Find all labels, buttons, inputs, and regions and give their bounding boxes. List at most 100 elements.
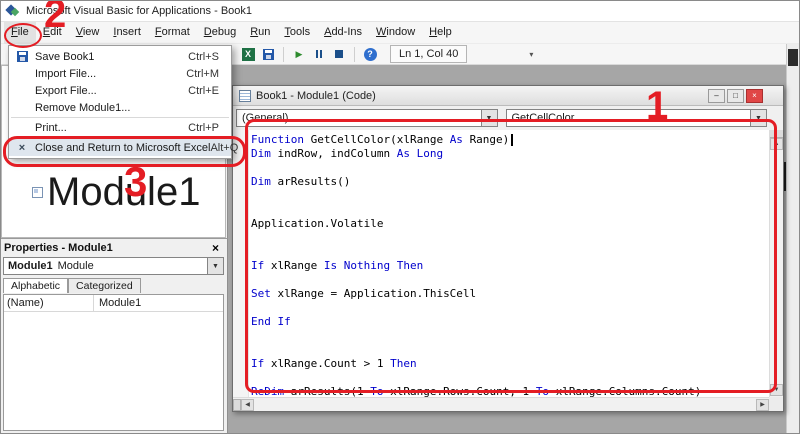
object-type: Module	[57, 260, 94, 272]
window-title: Microsoft Visual Basic for Applications …	[26, 4, 253, 17]
procedure-dropdown-value: GetCellColor	[511, 112, 575, 124]
code-combo-row: (General) ▼ GetCellColor ▼	[233, 106, 783, 130]
menu-item-close-and-return[interactable]: × Close and Return to Microsoft Excel Al…	[9, 139, 238, 156]
property-value-cell[interactable]: Module1	[94, 297, 141, 309]
menu-file[interactable]: File	[4, 22, 36, 44]
module-icon	[32, 187, 43, 198]
menu-item-export[interactable]: Export File... Ctrl+E	[9, 82, 231, 99]
window-controls: – □ ×	[708, 88, 763, 103]
menu-format[interactable]: Format	[148, 22, 197, 44]
code-line: Dim indRow, indColumn As Long	[251, 147, 444, 160]
scroll-down-icon[interactable]: ▼	[770, 384, 783, 396]
menu-item-save[interactable]: Save Book1 Ctrl+S	[9, 48, 231, 65]
menu-window[interactable]: Window	[369, 22, 422, 44]
tab-alphabetic[interactable]: Alphabetic	[3, 278, 69, 293]
split-handle[interactable]	[233, 398, 241, 411]
horizontal-scrollbar[interactable]: ◀ ▶	[233, 397, 769, 411]
object-name: Module1	[8, 260, 53, 272]
save-button[interactable]	[258, 45, 278, 63]
main-vertical-scrollbar[interactable]	[786, 44, 799, 433]
menu-addins[interactable]: Add-Ins	[317, 22, 369, 44]
tree-label-module1: Module1	[47, 170, 201, 214]
menu-item-label: Print...	[35, 121, 67, 134]
save-icon	[262, 48, 274, 60]
menu-view[interactable]: View	[69, 22, 107, 44]
chevron-down-icon[interactable]: ▼	[480, 110, 497, 126]
run-button[interactable]: ▶	[289, 45, 309, 63]
tree-node-module1[interactable]: Module1	[32, 170, 200, 215]
scroll-left-icon[interactable]: ◀	[241, 398, 254, 411]
scrollbar-thumb[interactable]	[788, 49, 798, 66]
menu-item-remove-module[interactable]: Remove Module1...	[9, 99, 231, 116]
menu-edit[interactable]: Edit	[36, 22, 69, 44]
excel-icon: X	[241, 47, 255, 61]
object-selector-dropdown[interactable]: Module1 Module ▼	[3, 257, 224, 275]
menu-tools[interactable]: Tools	[277, 22, 317, 44]
close-icon[interactable]: ×	[208, 240, 223, 255]
menu-item-shortcut: Ctrl+M	[186, 67, 219, 80]
scroll-right-icon[interactable]: ▶	[756, 398, 769, 411]
properties-titlebar: Properties - Module1 ×	[0, 239, 227, 256]
scrollbar-corner	[769, 397, 783, 411]
menu-item-shortcut: Ctrl+S	[188, 50, 219, 63]
menu-run[interactable]: Run	[243, 22, 277, 44]
vertical-scrollbar[interactable]: ▲ ▼	[769, 130, 783, 397]
object-dropdown-value: (General)	[242, 112, 289, 124]
menu-separator	[11, 137, 229, 138]
code-line: If xlRange.Count > 1 Then	[251, 357, 417, 370]
toolbar-overflow-chevron[interactable]: ▾	[529, 50, 533, 59]
code-line: ReDim arResults(1 To xlRange.Rows.Count,…	[251, 385, 702, 397]
code-line: If xlRange Is Nothing Then	[251, 259, 424, 272]
properties-title: Properties - Module1	[4, 241, 113, 254]
menu-item-print[interactable]: Print... Ctrl+P	[9, 119, 231, 136]
menu-debug[interactable]: Debug	[197, 22, 243, 44]
code-document-icon	[239, 89, 251, 102]
close-icon: ×	[18, 141, 26, 154]
menu-item-label: Close and Return to Microsoft Excel	[35, 141, 211, 154]
menu-help[interactable]: Help	[422, 22, 459, 44]
maximize-button[interactable]: □	[727, 88, 744, 103]
code-line: Application.Volatile	[251, 217, 384, 230]
break-icon	[316, 50, 318, 58]
file-menu-dropdown: Save Book1 Ctrl+S Import File... Ctrl+M …	[8, 45, 238, 159]
toolbar-divider	[283, 46, 284, 62]
text-caret	[511, 134, 513, 146]
reset-button[interactable]	[329, 45, 349, 63]
split-handle[interactable]	[770, 130, 783, 138]
code-text[interactable]: Function GetCellColor(xlRange As Range) D…	[251, 133, 767, 397]
close-button[interactable]: ×	[746, 88, 763, 103]
chevron-down-icon[interactable]: ▼	[207, 258, 223, 274]
code-window-titlebar[interactable]: Book1 - Module1 (Code) – □ ×	[233, 86, 783, 106]
chevron-down-icon[interactable]: ▼	[750, 110, 766, 126]
menu-item-shortcut: Ctrl+P	[188, 121, 219, 134]
menu-separator	[11, 117, 229, 118]
property-name-cell: (Name)	[4, 295, 94, 311]
object-dropdown[interactable]: (General) ▼	[236, 109, 498, 127]
menu-item-label: Save Book1	[35, 50, 95, 63]
tab-categorized[interactable]: Categorized	[68, 278, 141, 293]
code-line: Dim arResults()	[251, 175, 351, 188]
procedure-dropdown[interactable]: GetCellColor ▼	[505, 109, 767, 127]
scroll-up-icon[interactable]: ▲	[770, 138, 783, 150]
code-editor[interactable]: Function GetCellColor(xlRange As Range) D…	[233, 130, 783, 411]
properties-window: Properties - Module1 × Module1 Module ▼ …	[0, 238, 228, 434]
help-button[interactable]: ?	[360, 45, 380, 63]
menu-item-import[interactable]: Import File... Ctrl+M	[9, 65, 231, 82]
vba-app-icon	[5, 4, 20, 17]
view-excel-button[interactable]: X	[238, 45, 258, 63]
menu-item-label: Remove Module1...	[35, 101, 131, 114]
title-bar: Microsoft Visual Basic for Applications …	[0, 0, 800, 22]
minimize-button[interactable]: –	[708, 88, 725, 103]
menu-insert[interactable]: Insert	[106, 22, 148, 44]
property-row-name[interactable]: (Name) Module1	[4, 295, 223, 312]
code-window: Book1 - Module1 (Code) – □ × (General) ▼…	[232, 85, 784, 412]
break-button[interactable]	[309, 45, 329, 63]
